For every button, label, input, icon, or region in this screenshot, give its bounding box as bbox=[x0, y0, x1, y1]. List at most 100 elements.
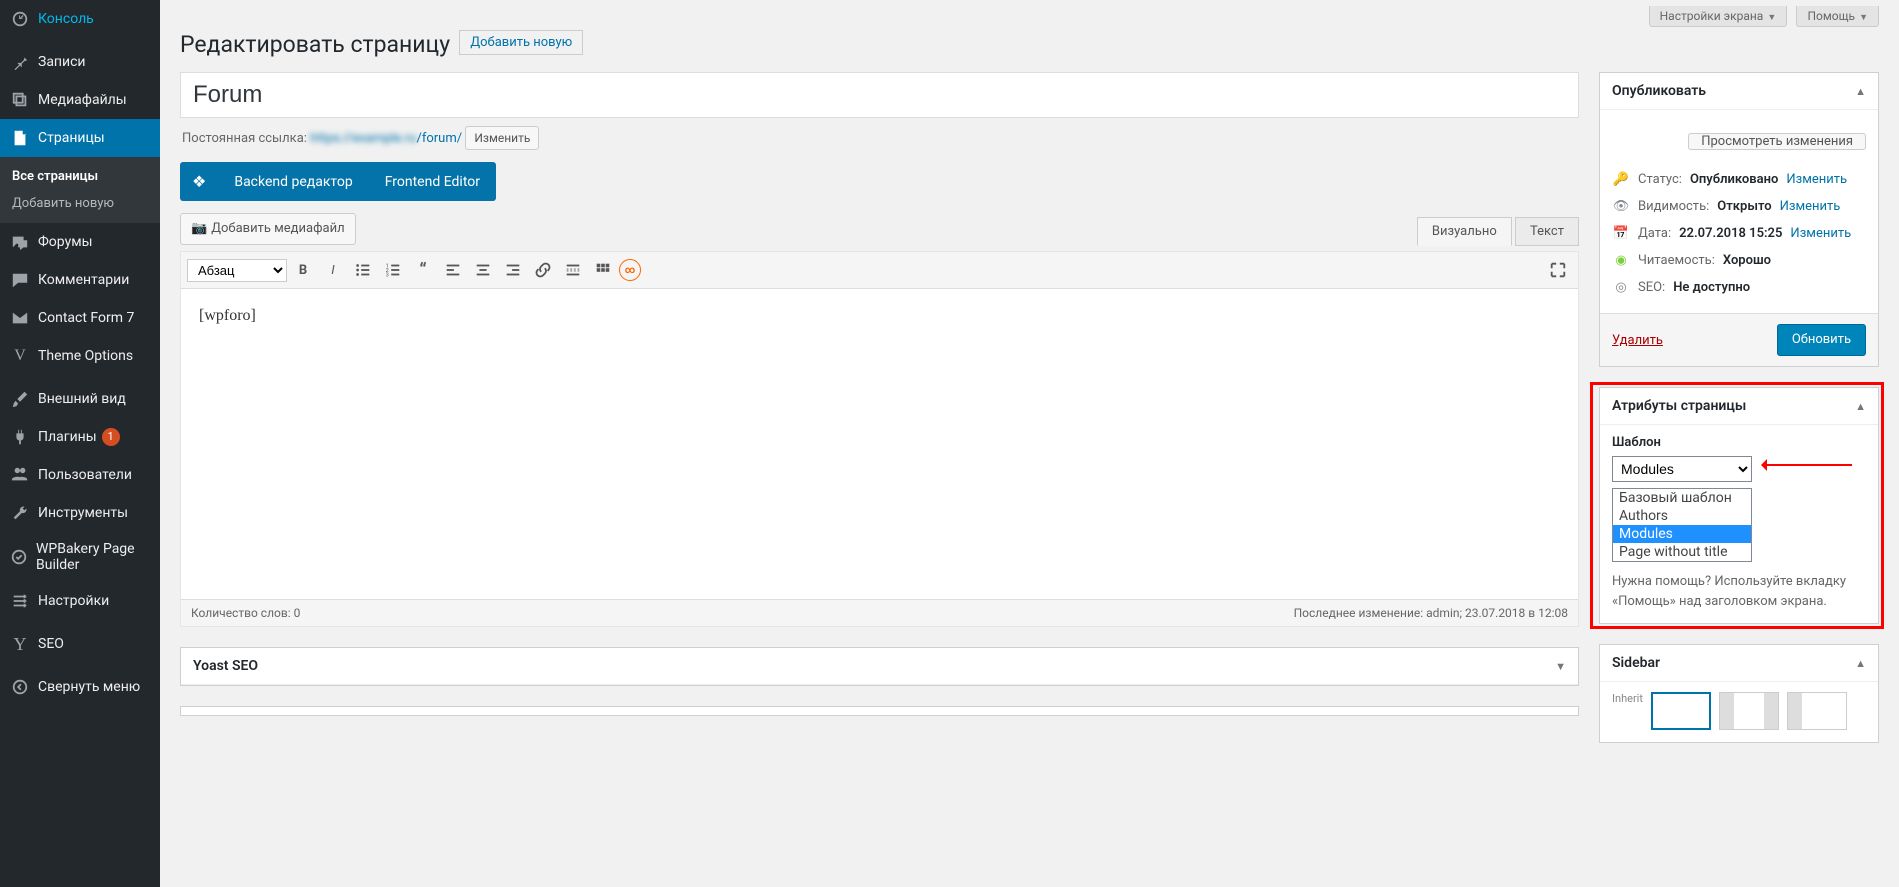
sidebar-item-wpbakery[interactable]: WPBakery Page Builder bbox=[0, 532, 160, 582]
submenu-add-page[interactable]: Добавить новую bbox=[0, 190, 160, 217]
sidebar-item-posts[interactable]: Записи bbox=[0, 43, 160, 81]
settings-icon bbox=[10, 591, 30, 611]
sidebar-item-forums[interactable]: Форумы bbox=[0, 223, 160, 261]
sidebar-item-seo[interactable]: Y SEO bbox=[0, 625, 160, 663]
sidebar-item-plugins[interactable]: Плагины 1 bbox=[0, 418, 160, 456]
template-option[interactable]: Page without title bbox=[1613, 543, 1751, 561]
sidebar-item-tools[interactable]: Инструменты bbox=[0, 494, 160, 532]
permalink-url[interactable]: https://example.ru/forum/ bbox=[310, 131, 462, 146]
help-button[interactable]: Помощь▼ bbox=[1796, 6, 1879, 27]
sidebar-box-header[interactable]: Sidebar ▲ bbox=[1600, 645, 1878, 682]
add-new-button[interactable]: Добавить новую bbox=[459, 30, 583, 55]
comment-icon bbox=[10, 270, 30, 290]
sidebar-item-settings[interactable]: Настройки bbox=[0, 582, 160, 620]
more-button[interactable] bbox=[559, 256, 587, 284]
sidebar-item-label: Theme Options bbox=[38, 348, 133, 364]
template-option[interactable]: Базовый шаблон bbox=[1613, 489, 1751, 507]
sidebar-item-cf7[interactable]: Contact Form 7 bbox=[0, 299, 160, 337]
page-icon bbox=[10, 128, 30, 148]
sidebar-item-label: Страницы bbox=[38, 130, 105, 146]
vc-backend-button[interactable]: Backend редактор bbox=[218, 164, 368, 200]
collapse-icon bbox=[10, 677, 30, 697]
bold-button[interactable]: B bbox=[289, 256, 317, 284]
ol-button[interactable]: 123 bbox=[379, 256, 407, 284]
page-attributes-box: Атрибуты страницы ▲ Шаблон Modules Базов… bbox=[1599, 387, 1879, 624]
dashboard-icon bbox=[10, 9, 30, 29]
edit-date-link[interactable]: Изменить bbox=[1790, 226, 1851, 241]
format-select[interactable]: Абзац bbox=[187, 259, 287, 282]
sidebar-box-title: Sidebar bbox=[1612, 655, 1660, 671]
forum-icon bbox=[10, 232, 30, 252]
publish-box: Опубликовать ▲ Просмотреть изменения 🔑 С… bbox=[1599, 72, 1879, 367]
v-icon: V bbox=[10, 346, 30, 366]
sidebar-item-label: Комментарии bbox=[38, 272, 129, 288]
template-option[interactable]: Modules bbox=[1613, 525, 1751, 543]
link-button[interactable] bbox=[529, 256, 557, 284]
sidebar-collapse[interactable]: Свернуть меню bbox=[0, 668, 160, 706]
publish-box-header[interactable]: Опубликовать ▲ bbox=[1600, 73, 1878, 110]
sidebar-item-theme-options[interactable]: V Theme Options bbox=[0, 337, 160, 375]
permalink-edit-button[interactable]: Изменить bbox=[465, 126, 539, 150]
sidebar-item-dashboard[interactable]: Консоль bbox=[0, 0, 160, 38]
edit-visibility-link[interactable]: Изменить bbox=[1780, 199, 1841, 214]
editor-toolbar: Абзац B I 123 “ ∞ bbox=[181, 252, 1578, 289]
sidebar-item-appearance[interactable]: Внешний вид bbox=[0, 380, 160, 418]
last-edit: Последнее изменение: admin; 23.07.2018 в… bbox=[1294, 606, 1568, 620]
align-left-button[interactable] bbox=[439, 256, 467, 284]
sidebar-item-label: Консоль bbox=[38, 11, 94, 27]
sidebar-item-label: Медиафайлы bbox=[38, 92, 127, 108]
italic-button[interactable]: I bbox=[319, 256, 347, 284]
wpbakery-icon bbox=[10, 547, 28, 567]
sidebar-item-label: Contact Form 7 bbox=[38, 310, 134, 326]
sidebar-item-label: Внешний вид bbox=[38, 391, 126, 407]
sidebar-item-users[interactable]: Пользователи bbox=[0, 456, 160, 494]
sidebar-submenu-pages: Все страницы Добавить новую bbox=[0, 157, 160, 223]
sidebar-item-pages[interactable]: Страницы bbox=[0, 119, 160, 157]
vc-switcher: ❖ Backend редактор Frontend Editor bbox=[180, 162, 496, 201]
preview-button[interactable]: Просмотреть изменения bbox=[1688, 133, 1866, 150]
delete-link[interactable]: Удалить bbox=[1612, 333, 1663, 348]
mail-icon bbox=[10, 308, 30, 328]
editor-tab-visual[interactable]: Визуально bbox=[1417, 217, 1512, 246]
yoast-icon: Y bbox=[10, 634, 30, 654]
sidebar-item-label: Пользователи bbox=[38, 467, 132, 483]
quote-button[interactable]: “ bbox=[409, 256, 437, 284]
sidebar-item-media[interactable]: Медиафайлы bbox=[0, 81, 160, 119]
align-right-button[interactable] bbox=[499, 256, 527, 284]
template-select[interactable]: Modules bbox=[1612, 456, 1752, 482]
template-option[interactable]: Authors bbox=[1613, 507, 1751, 525]
editor: Абзац B I 123 “ ∞ [wpforo] bbox=[180, 251, 1579, 627]
screen-options-button[interactable]: Настройки экрана▼ bbox=[1649, 6, 1788, 27]
fullscreen-button[interactable] bbox=[1544, 256, 1572, 284]
sidebar-layout-option[interactable] bbox=[1719, 692, 1779, 730]
chevron-down-icon: ▼ bbox=[1859, 13, 1868, 23]
chevron-down-icon: ▼ bbox=[1767, 13, 1776, 23]
sidebar-item-label: Записи bbox=[38, 54, 86, 70]
plugin-update-badge: 1 bbox=[102, 428, 120, 446]
sidebar-item-label: Плагины bbox=[38, 429, 97, 445]
toolbar-toggle-button[interactable] bbox=[589, 256, 617, 284]
yoast-box-header[interactable]: Yoast SEO ▼ bbox=[181, 648, 1578, 685]
sidebar-option-label: Inherit bbox=[1612, 692, 1643, 705]
sidebar-item-comments[interactable]: Комментарии bbox=[0, 261, 160, 299]
template-dropdown-open: Базовый шаблон Authors Modules Page with… bbox=[1612, 488, 1752, 562]
submenu-all-pages[interactable]: Все страницы bbox=[0, 163, 160, 190]
update-button[interactable]: Обновить bbox=[1777, 324, 1866, 356]
editor-tab-text[interactable]: Текст bbox=[1515, 217, 1579, 246]
pin-icon bbox=[10, 52, 30, 72]
edit-status-link[interactable]: Изменить bbox=[1786, 172, 1847, 187]
vc-frontend-button[interactable]: Frontend Editor bbox=[369, 164, 496, 200]
ul-button[interactable] bbox=[349, 256, 377, 284]
annotation-arrow bbox=[1762, 464, 1852, 466]
align-center-button[interactable] bbox=[469, 256, 497, 284]
sidebar-item-label: Инструменты bbox=[38, 505, 128, 521]
sidebar-layout-option[interactable] bbox=[1787, 692, 1847, 730]
add-media-button[interactable]: 📷Добавить медиафайл bbox=[180, 213, 356, 245]
sidebar-layout-option[interactable] bbox=[1651, 692, 1711, 730]
wpforo-shortcode-button[interactable]: ∞ bbox=[619, 259, 641, 281]
admin-sidebar: Консоль Записи Медиафайлы Страницы Все с… bbox=[0, 0, 160, 887]
yoast-seo-icon: ◎ bbox=[1612, 280, 1630, 295]
page-attributes-header[interactable]: Атрибуты страницы ▲ bbox=[1600, 388, 1878, 425]
post-title-input[interactable] bbox=[180, 72, 1579, 118]
editor-content[interactable]: [wpforo] bbox=[181, 289, 1578, 599]
